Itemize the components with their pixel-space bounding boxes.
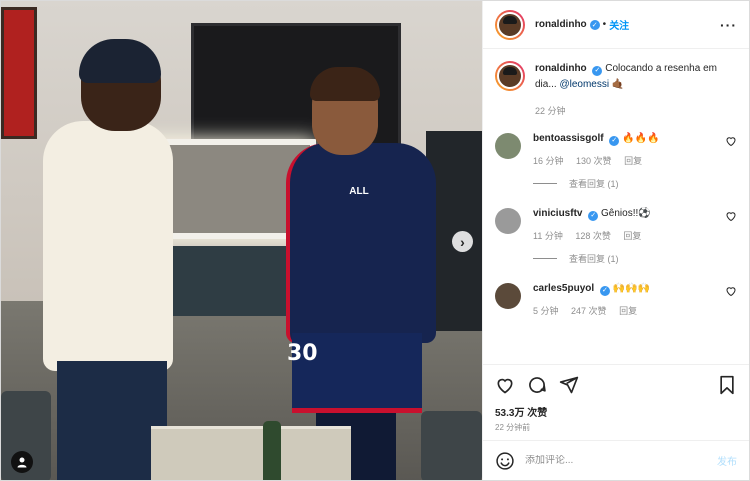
comment-time[interactable]: 11 分钟 — [533, 231, 563, 241]
view-replies-button[interactable]: 查看回复 (1) — [533, 252, 737, 265]
heart-icon[interactable] — [725, 285, 737, 297]
bookmark-icon[interactable] — [717, 375, 737, 395]
comment-text: Gênios!!⚽ — [601, 208, 651, 219]
post-actions — [483, 364, 749, 404]
comments-list[interactable]: ronaldinho ✓ Colocando a resenha em dia.… — [483, 49, 749, 364]
comment-avatar[interactable] — [495, 208, 521, 234]
comment-item: viniciusftv ✓ Gênios!!⚽ 11 分钟 128 次赞 回复 — [495, 206, 737, 244]
caption-username[interactable]: ronaldinho — [535, 63, 587, 74]
photo-poster — [1, 7, 37, 139]
comment-username[interactable]: viniciusftv — [533, 208, 582, 219]
avatar[interactable] — [495, 61, 525, 91]
comment-username[interactable]: carles5puyol — [533, 283, 594, 294]
jersey-number: 30 — [287, 341, 318, 366]
user-tag-icon[interactable] — [11, 451, 33, 473]
chevron-right-icon[interactable]: › — [452, 231, 473, 252]
comment-text: 🔥🔥🔥 — [622, 133, 660, 144]
post-timestamp: 22 分钟前 — [495, 423, 531, 432]
comment-avatar[interactable] — [495, 133, 521, 159]
photo-person-right — [286, 67, 436, 480]
heart-icon[interactable] — [495, 375, 515, 395]
comment-time[interactable]: 5 分钟 — [533, 306, 559, 316]
view-replies-label[interactable]: 查看回复 (1) — [569, 252, 619, 265]
comment-avatar[interactable] — [495, 283, 521, 309]
comment-reply-button[interactable]: 回复 — [623, 231, 641, 241]
view-replies-button[interactable]: 查看回复 (1) — [533, 177, 737, 190]
comment-likes[interactable]: 247 次赞 — [571, 306, 607, 316]
caption-emoji: 🤙🏾 — [611, 79, 625, 90]
follow-button[interactable]: 关注 — [609, 17, 629, 32]
add-comment-bar: 发布 — [483, 440, 749, 480]
avatar[interactable] — [495, 9, 525, 40]
comment-likes[interactable]: 128 次赞 — [575, 231, 611, 241]
heart-icon[interactable] — [725, 210, 737, 222]
more-horizontal-icon[interactable]: ··· — [720, 17, 737, 33]
post-comment-button[interactable]: 发布 — [717, 453, 737, 468]
verified-badge-icon: ✓ — [599, 285, 610, 296]
jersey-text: ALL — [349, 186, 369, 197]
comment-time[interactable]: 16 分钟 — [533, 156, 564, 166]
likes-count[interactable]: 53.3万 次赞 — [483, 404, 749, 419]
photo-table — [151, 426, 351, 480]
caption-mention-link[interactable]: @leomessi — [559, 79, 609, 90]
header-username[interactable]: ronaldinho — [535, 19, 587, 30]
post-header: ronaldinho ✓ • 关注 ··· — [483, 1, 749, 49]
comment-icon[interactable] — [527, 375, 547, 395]
caption-time: 22 分钟 — [535, 106, 566, 116]
verified-badge-icon: ✓ — [609, 135, 620, 146]
comment-item: carles5puyol ✓ 🙌🙌🙌 5 分钟 247 次赞 回复 — [495, 281, 737, 319]
emoji-icon[interactable] — [495, 451, 515, 471]
post-caption: ronaldinho ✓ Colocando a resenha em dia.… — [495, 61, 737, 119]
comment-reply-button[interactable]: 回复 — [624, 156, 642, 166]
post-sidebar: ronaldinho ✓ • 关注 ··· ronaldinho ✓ Coloc… — [482, 1, 749, 480]
comment-text: 🙌🙌🙌 — [612, 283, 651, 294]
instagram-post-modal: ALL 30 › ronaldinho ✓ • 关注 ··· ronaldinh… — [0, 0, 750, 481]
view-replies-label[interactable]: 查看回复 (1) — [569, 177, 619, 190]
heart-icon[interactable] — [725, 135, 737, 147]
verified-badge-icon: ✓ — [592, 66, 603, 76]
photo-person-left — [43, 39, 173, 480]
header-separator: • — [602, 19, 607, 30]
verified-badge-icon: ✓ — [588, 210, 599, 221]
comment-reply-button[interactable]: 回复 — [619, 306, 637, 316]
photo-bottle — [263, 421, 281, 480]
comment-item: bentoassisgolf ✓ 🔥🔥🔥 16 分钟 130 次赞 回复 — [495, 131, 737, 169]
comment-input[interactable] — [525, 455, 717, 466]
post-photo[interactable]: ALL 30 › — [1, 1, 482, 480]
verified-badge-icon: ✓ — [589, 19, 600, 30]
comment-username[interactable]: bentoassisgolf — [533, 133, 604, 144]
share-icon[interactable] — [559, 375, 579, 395]
comment-likes[interactable]: 130 次赞 — [576, 156, 612, 166]
